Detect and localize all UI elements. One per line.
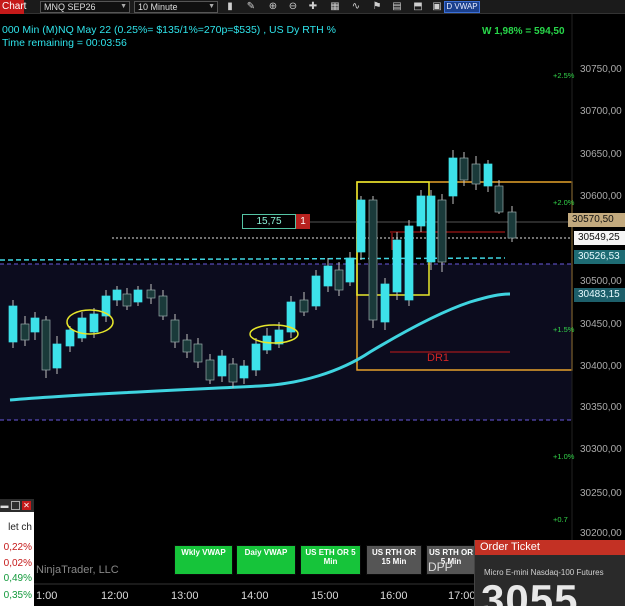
time-label: 15:00 [311,590,339,602]
pct-label: +0.7 [553,515,568,524]
candle-body [170,319,180,343]
candle-body [205,359,215,381]
candle-body [182,339,192,353]
pct-label: +2.0% [553,198,575,207]
price-label: 30250,00 [580,488,622,499]
candle-body [311,275,321,307]
price-label: 30750,00 [580,64,622,75]
candle-body [158,295,168,317]
time-label: 13:00 [171,590,199,602]
ninjatrader-label: NinjaTrader, LLC [36,564,119,576]
price-label: 30500,00 [580,276,622,287]
candle-body [133,289,143,303]
mini-panel-title: let ch [8,522,32,533]
candle-body [437,199,447,263]
price-label: 30700,00 [580,106,622,117]
mini-row: 0,49% [3,573,32,584]
price-label: 30650,00 [580,149,622,160]
candle-body [323,265,333,287]
time-label: 17:00 [448,590,476,602]
candle-body [217,355,227,377]
price-label: 30400,00 [580,361,622,372]
price-badge-vwap: 30526,53 [574,250,625,264]
price-badge-order: 30570,50 [568,213,625,227]
minimize-icon[interactable]: ▬ [0,501,9,510]
time-label: 1:00 [36,590,58,602]
order-ticket-panel: Order Ticket Micro E-mini Nasdaq-100 Fut… [474,540,625,606]
close-icon[interactable]: ✕ [22,501,31,510]
candle-body [65,329,75,347]
candle-body [41,319,51,371]
candle-body [146,289,156,299]
candle-body [299,299,309,313]
mini-row: 0,22% [3,542,32,553]
candle-body [416,195,426,227]
mini-panel: ▬ ✕ let ch 0,22% 0,02% 0,49% 0,35% [0,499,34,606]
pct-label: +1.5% [553,325,575,334]
maximize-icon[interactable] [11,501,20,510]
trade-qty-label[interactable]: 15,75 [242,214,296,229]
time-label: 12:00 [101,590,129,602]
price-label: 30450,00 [580,319,622,330]
pct-label: +1.0% [553,452,575,461]
candle-body [356,199,366,253]
candle-body [30,317,40,333]
candle-body [122,293,132,307]
time-label: 16:00 [380,590,408,602]
pct-label: +2.5% [553,71,575,80]
mini-panel-header: ▬ ✕ [0,499,34,512]
candle-body [52,343,62,369]
price-chart[interactable] [0,0,625,606]
candle-body [404,225,414,301]
candle-body [89,313,99,333]
price-label: 30300,00 [580,444,622,455]
price-label: 30200,00 [580,528,622,539]
candle-body [392,239,402,293]
candle-body [345,257,355,283]
time-label: 14:00 [241,590,269,602]
candle-body [471,163,481,185]
dr1-label: DR1 [427,352,450,364]
candle-body [228,363,238,383]
candle-body [193,343,203,363]
candle-body [334,269,344,291]
price-badge-last: 30549,25 [574,231,625,245]
candle-body [8,305,18,343]
candle-body [459,157,469,181]
candle-body [483,163,493,187]
candle-body [494,185,504,213]
price-label: 30350,00 [580,402,622,413]
us-eth-or-button[interactable]: US ETH OR 5 Min [300,545,361,575]
candle-body [239,365,249,379]
daily-vwap-button[interactable]: Daiy VWAP [236,545,296,575]
mini-row: 0,02% [3,558,32,569]
trade-count-badge[interactable]: 1 [296,214,310,229]
candle-body [507,211,517,239]
us-rth-or-15-button[interactable]: US RTH OR 15 Min [366,545,422,575]
price-badge-vwap-curve: 30483,15 [574,288,625,302]
candle-body [77,317,87,339]
order-ticket-title[interactable]: Order Ticket [475,540,625,555]
candle-body [20,323,30,341]
mini-panel-body: let ch 0,22% 0,02% 0,49% 0,35% [0,512,34,606]
candle-body [368,199,378,321]
price-label: 30600,00 [580,191,622,202]
mini-row: 0,35% [3,590,32,601]
candle-body [251,343,261,371]
candle-body [426,195,436,263]
candle-body [112,289,122,301]
weekly-vwap-button[interactable]: Wkly VWAP [174,545,233,575]
candle-body [448,157,458,197]
dpp-label: DPP [428,560,453,574]
order-ticket-price: 3055 [481,576,579,606]
candle-body [380,283,390,323]
